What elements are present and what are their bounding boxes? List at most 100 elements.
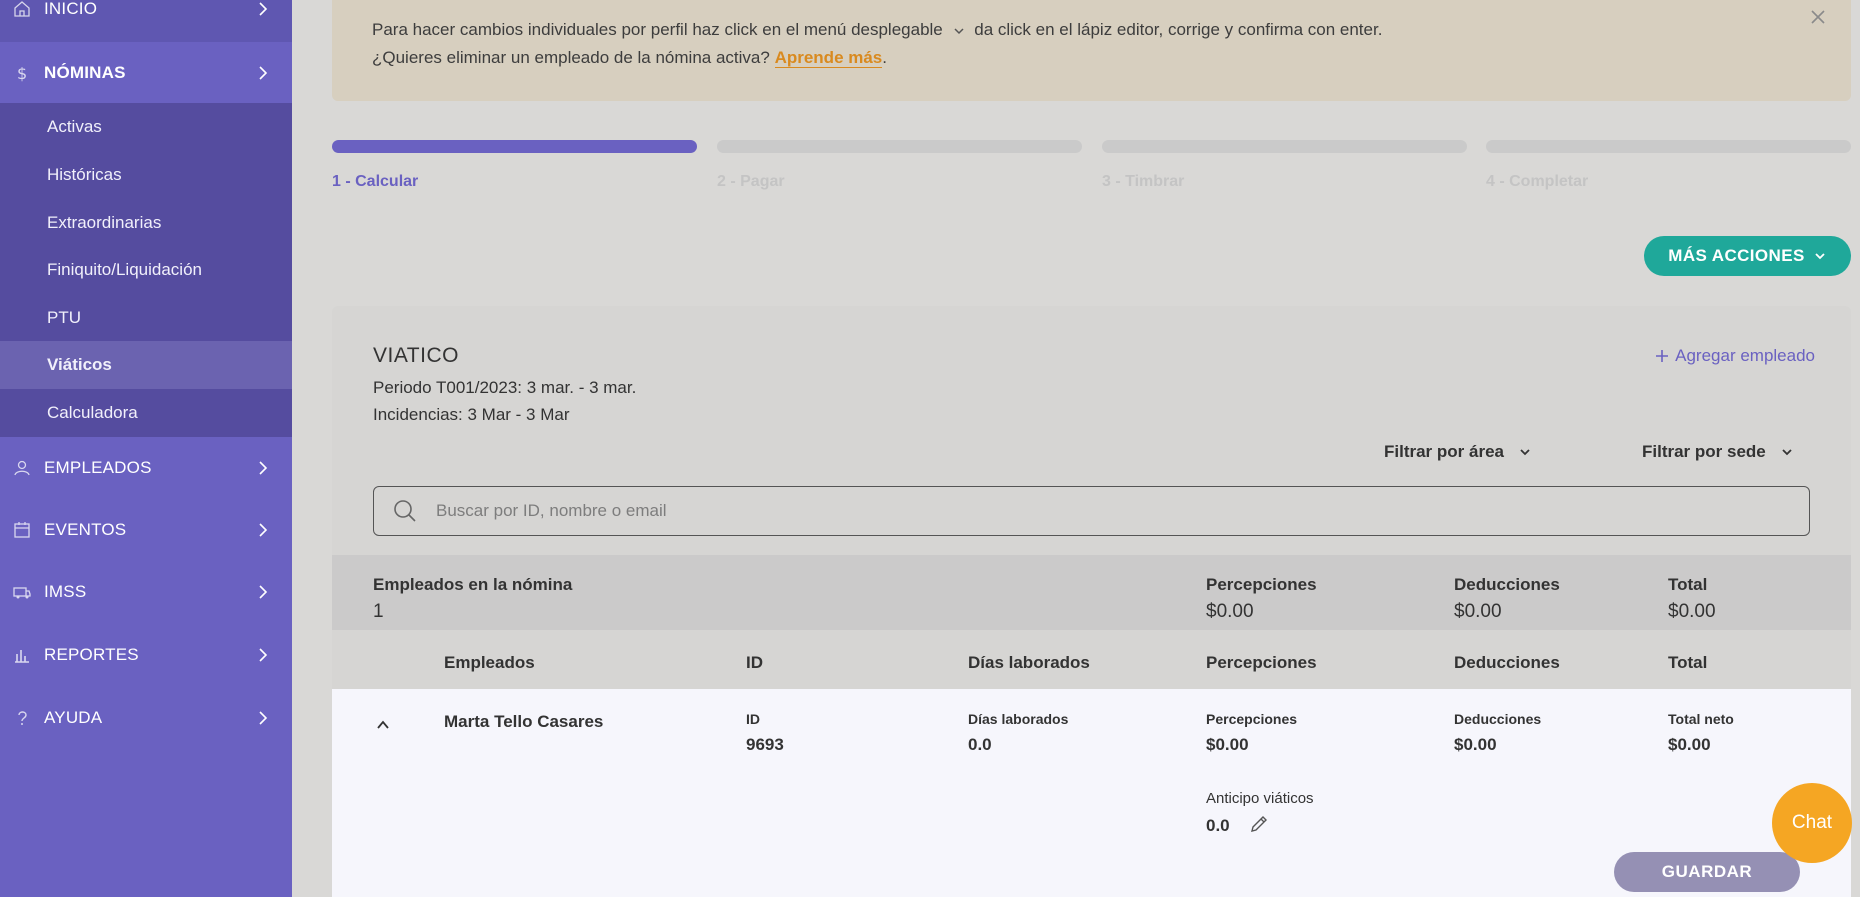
- step-bar: [717, 140, 1082, 153]
- search-icon: [394, 500, 416, 522]
- row-perceptions-label: Percepciones: [1206, 711, 1298, 727]
- step-label: 2 - Pagar: [717, 173, 785, 190]
- sidebar-item-label: IMSS: [44, 582, 87, 601]
- summary-perceptions-value: $0.00: [1206, 601, 1254, 622]
- column-header-deductions: Deducciones: [1454, 653, 1560, 672]
- banner-text: .: [882, 48, 887, 67]
- submenu-item-activas[interactable]: Activas: [0, 103, 292, 151]
- user-icon: [14, 460, 30, 476]
- sidebar-item-label: NÓMINAS: [44, 63, 126, 82]
- search-box: [373, 486, 1810, 536]
- chevron-right-icon: [259, 2, 268, 16]
- row-deductions-value: $0.00: [1454, 735, 1497, 754]
- payroll-title: VIATICO: [373, 344, 459, 367]
- step-calcular: 1 - Calcular: [332, 140, 697, 191]
- sidebar: INICIO $ NÓMINAS Activas Históricas Extr…: [0, 0, 292, 897]
- submenu-item-finiquito[interactable]: Finiquito/Liquidación: [0, 246, 292, 294]
- sidebar-item-label: REPORTES: [44, 645, 139, 664]
- row-deductions-label: Deducciones: [1454, 711, 1542, 727]
- chevron-down-icon: [1520, 449, 1530, 456]
- employee-name: Marta Tello Casares: [444, 712, 604, 731]
- filter-area-dropdown[interactable]: Filtrar por área: [1384, 442, 1532, 462]
- sidebar-item-ayuda[interactable]: AYUDA: [0, 687, 292, 749]
- step-pagar: 2 - Pagar: [717, 140, 1082, 191]
- table-row: Marta Tello Casares ID 9693 Días laborad…: [332, 689, 1851, 897]
- chevron-down-icon: [1782, 449, 1792, 456]
- row-perceptions-value: $0.00: [1206, 735, 1249, 754]
- sidebar-item-label: EMPLEADOS: [44, 458, 152, 477]
- summary-perceptions-label: Percepciones: [1206, 575, 1317, 594]
- step-label: 1 - Calcular: [332, 173, 419, 190]
- payroll-summary: Empleados en la nómina 1 Percepciones $0…: [332, 555, 1851, 630]
- more-actions-button[interactable]: MÁS ACCIONES: [1644, 236, 1851, 276]
- sidebar-item-label: INICIO: [44, 0, 98, 18]
- sidebar-item-imss[interactable]: IMSS: [0, 561, 292, 623]
- step-bar: [1102, 140, 1467, 153]
- advance-label: Anticipo viáticos: [1206, 790, 1314, 807]
- save-button[interactable]: GUARDAR: [1614, 852, 1800, 892]
- filter-area-label: Filtrar por área: [1384, 442, 1504, 461]
- chevron-right-icon: [259, 523, 268, 537]
- summary-total-value: $0.00: [1668, 601, 1716, 622]
- plus-icon: [1656, 350, 1669, 362]
- sidebar-item-eventos[interactable]: EVENTOS: [0, 499, 292, 561]
- submenu-item-viaticos[interactable]: Viáticos: [0, 341, 292, 389]
- summary-total-label: Total: [1668, 575, 1708, 594]
- filter-site-dropdown[interactable]: Filtrar por sede: [1642, 442, 1794, 462]
- banner-line-1: Para hacer cambios individuales por perf…: [372, 20, 1382, 40]
- close-icon[interactable]: [1807, 6, 1829, 28]
- banner-text: Para hacer cambios individuales por perf…: [372, 20, 943, 39]
- submenu-item-extraordinarias[interactable]: Extraordinarias: [0, 199, 292, 247]
- chevron-right-icon: [259, 585, 268, 599]
- sidebar-item-reportes[interactable]: REPORTES: [0, 624, 292, 686]
- summary-deductions-label: Deducciones: [1454, 575, 1560, 594]
- column-header-days: Días laborados: [968, 653, 1090, 672]
- payroll-period: Periodo T001/2023: 3 mar. - 3 mar.: [373, 378, 637, 397]
- question-icon: [18, 711, 27, 725]
- step-bar: [1486, 140, 1851, 153]
- dollar-icon: $: [17, 64, 27, 83]
- bar-chart-icon: [15, 650, 29, 663]
- step-label: 3 - Timbrar: [1102, 173, 1185, 190]
- table-header: Empleados ID Días laborados Percepciones…: [332, 630, 1851, 693]
- submenu-item-calculadora[interactable]: Calculadora: [0, 389, 292, 437]
- sidebar-item-label: AYUDA: [44, 708, 103, 727]
- nominas-submenu: Activas Históricas Extraordinarias Finiq…: [0, 103, 292, 437]
- sidebar-item-inicio[interactable]: INICIO: [0, 0, 292, 40]
- banner-text: da click en el lápiz editor, corrige y c…: [974, 20, 1383, 39]
- submenu-item-ptu[interactable]: PTU: [0, 294, 292, 342]
- summary-employees-value: 1: [373, 601, 384, 622]
- sidebar-item-label: EVENTOS: [44, 520, 127, 539]
- home-icon: [14, 1, 30, 17]
- submenu-item-historicas[interactable]: Históricas: [0, 151, 292, 199]
- sidebar-item-empleados[interactable]: EMPLEADOS: [0, 437, 292, 499]
- ambulance-icon: [13, 587, 31, 599]
- chevron-down-icon: [953, 27, 964, 34]
- step-bar: [332, 140, 697, 153]
- add-employee-label: Agregar empleado: [1675, 346, 1815, 365]
- row-days-label: Días laborados: [968, 711, 1069, 727]
- chevron-right-icon: [259, 648, 268, 662]
- chat-button[interactable]: Chat: [1772, 783, 1852, 863]
- row-id-value: 9693: [746, 735, 784, 754]
- advance-value: 0.0: [1206, 816, 1230, 835]
- progress-steps: 1 - Calcular 2 - Pagar 3 - Timbrar 4 - C…: [332, 140, 1851, 200]
- info-banner: Para hacer cambios individuales por perf…: [332, 0, 1851, 101]
- more-actions-label: MÁS ACCIONES: [1668, 246, 1805, 265]
- learn-more-link[interactable]: Aprende más: [774, 48, 883, 68]
- filter-site-label: Filtrar por sede: [1642, 442, 1766, 461]
- payroll-incidences: Incidencias: 3 Mar - 3 Mar: [373, 405, 570, 424]
- summary-employees-label: Empleados en la nómina: [373, 575, 573, 594]
- chevron-right-icon: [259, 461, 268, 475]
- row-total-label: Total neto: [1668, 711, 1734, 727]
- step-completar: 4 - Completar: [1486, 140, 1851, 191]
- step-label: 4 - Completar: [1486, 173, 1589, 190]
- summary-deductions-value: $0.00: [1454, 601, 1502, 622]
- search-input[interactable]: [436, 501, 1736, 521]
- pencil-icon[interactable]: [1248, 813, 1270, 835]
- chevron-right-icon: [259, 711, 268, 725]
- column-header-id: ID: [746, 653, 763, 672]
- chevron-up-icon[interactable]: [374, 716, 392, 734]
- sidebar-item-nominas[interactable]: $ NÓMINAS: [0, 42, 292, 104]
- add-employee-button[interactable]: Agregar empleado: [1655, 346, 1815, 366]
